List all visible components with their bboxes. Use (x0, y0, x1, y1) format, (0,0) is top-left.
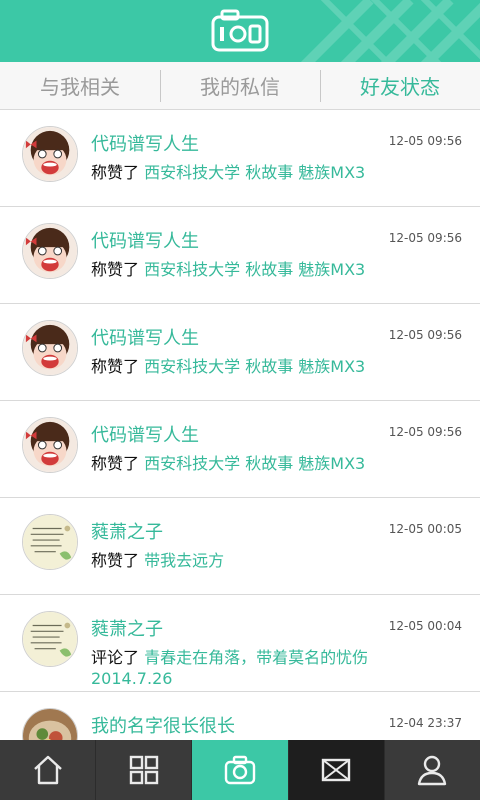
activity-text: 评论了 青春走在角落，带着莫名的忧伤2014.7.26 (91, 647, 391, 689)
food-photo-avatar-icon (23, 709, 77, 740)
avatar[interactable] (22, 514, 78, 570)
friend-name[interactable]: 蕤萧之子 (91, 615, 163, 641)
activity-text: 称赞了 带我去远方 (91, 550, 391, 571)
tab-label: 与我相关 (40, 75, 120, 99)
cartoon-girl-avatar-icon (23, 224, 77, 278)
header-pattern-decoration (300, 0, 480, 62)
tab-private-messages[interactable]: 我的私信 (160, 62, 320, 109)
activity-target-link[interactable]: 带我去远方 (144, 551, 224, 570)
avatar[interactable] (22, 417, 78, 473)
timestamp: 12-05 09:56 (388, 134, 462, 148)
activity-target-link[interactable]: 西安科技大学 秋故事 魅族MX3 (144, 163, 365, 182)
activity-verb: 称赞了 (91, 357, 140, 376)
handwriting-avatar-icon (23, 612, 77, 666)
nav-mail-button[interactable] (287, 740, 384, 800)
avatar[interactable] (22, 320, 78, 376)
handwriting-avatar-icon (23, 515, 77, 569)
camera-logo-icon[interactable] (210, 9, 270, 53)
activity-target-link[interactable]: 西安科技大学 秋故事 魅族MX3 (144, 454, 365, 473)
tab-label: 我的私信 (200, 75, 280, 99)
feed-item[interactable]: 蕤萧之子 12-05 00:05 称赞了 带我去远方 (0, 498, 480, 595)
timestamp: 12-04 23:37 (388, 716, 462, 730)
mail-icon (322, 758, 351, 782)
tab-label: 好友状态 (360, 75, 440, 99)
tab-related-to-me[interactable]: 与我相关 (0, 62, 160, 109)
feed-item[interactable]: 代码谱写人生 12-05 09:56 称赞了 西安科技大学 秋故事 魅族MX3 (0, 110, 480, 207)
activity-verb: 评论了 (91, 648, 140, 667)
avatar[interactable] (22, 126, 78, 182)
activity-verb: 称赞了 (91, 454, 140, 473)
timestamp: 12-05 00:05 (388, 522, 462, 536)
cartoon-girl-avatar-icon (23, 127, 77, 181)
nav-camera-button[interactable] (191, 740, 288, 800)
timestamp: 12-05 09:56 (388, 328, 462, 342)
friend-name[interactable]: 代码谱写人生 (91, 324, 199, 350)
home-icon (33, 755, 62, 785)
friend-status-feed[interactable]: 代码谱写人生 12-05 09:56 称赞了 西安科技大学 秋故事 魅族MX3 … (0, 110, 480, 740)
feed-item[interactable]: 蕤萧之子 12-05 00:04 评论了 青春走在角落，带着莫名的忧伤2014.… (0, 595, 480, 692)
timestamp: 12-05 09:56 (388, 425, 462, 439)
cartoon-girl-avatar-icon (23, 418, 77, 472)
friend-name[interactable]: 代码谱写人生 (91, 421, 199, 447)
app-header (0, 0, 480, 62)
bottom-navigation (0, 740, 480, 800)
activity-target-link[interactable]: 西安科技大学 秋故事 魅族MX3 (144, 260, 365, 279)
nav-profile-button[interactable] (383, 740, 480, 800)
avatar[interactable] (22, 708, 78, 740)
avatar[interactable] (22, 611, 78, 667)
nav-grid-button[interactable] (95, 740, 191, 800)
activity-text: 称赞了 西安科技大学 秋故事 魅族MX3 (91, 356, 391, 377)
cartoon-girl-avatar-icon (23, 321, 77, 375)
tab-bar: 与我相关 我的私信 好友状态 (0, 62, 480, 110)
avatar[interactable] (22, 223, 78, 279)
activity-target-link[interactable]: 西安科技大学 秋故事 魅族MX3 (144, 357, 365, 376)
timestamp: 12-05 09:56 (388, 231, 462, 245)
feed-item[interactable]: 代码谱写人生 12-05 09:56 称赞了 西安科技大学 秋故事 魅族MX3 (0, 304, 480, 401)
friend-name[interactable]: 代码谱写人生 (91, 227, 199, 253)
activity-verb: 称赞了 (91, 163, 140, 182)
friend-name[interactable]: 我的名字很长很长 (91, 712, 235, 738)
grid-icon (129, 755, 158, 785)
user-icon (418, 755, 447, 786)
timestamp: 12-05 00:04 (388, 619, 462, 633)
feed-item[interactable]: 代码谱写人生 12-05 09:56 称赞了 西安科技大学 秋故事 魅族MX3 (0, 401, 480, 498)
feed-item[interactable]: 我的名字很长很长 12-04 23:37 (0, 692, 480, 740)
activity-text: 称赞了 西安科技大学 秋故事 魅族MX3 (91, 259, 391, 280)
friend-name[interactable]: 代码谱写人生 (91, 130, 199, 156)
feed-item[interactable]: 代码谱写人生 12-05 09:56 称赞了 西安科技大学 秋故事 魅族MX3 (0, 207, 480, 304)
activity-text: 称赞了 西安科技大学 秋故事 魅族MX3 (91, 162, 391, 183)
activity-text: 称赞了 西安科技大学 秋故事 魅族MX3 (91, 453, 391, 474)
activity-verb: 称赞了 (91, 551, 140, 570)
camera-icon (224, 755, 256, 785)
tab-friend-status[interactable]: 好友状态 (320, 62, 480, 109)
nav-home-button[interactable] (0, 740, 95, 800)
friend-name[interactable]: 蕤萧之子 (91, 518, 163, 544)
activity-verb: 称赞了 (91, 260, 140, 279)
